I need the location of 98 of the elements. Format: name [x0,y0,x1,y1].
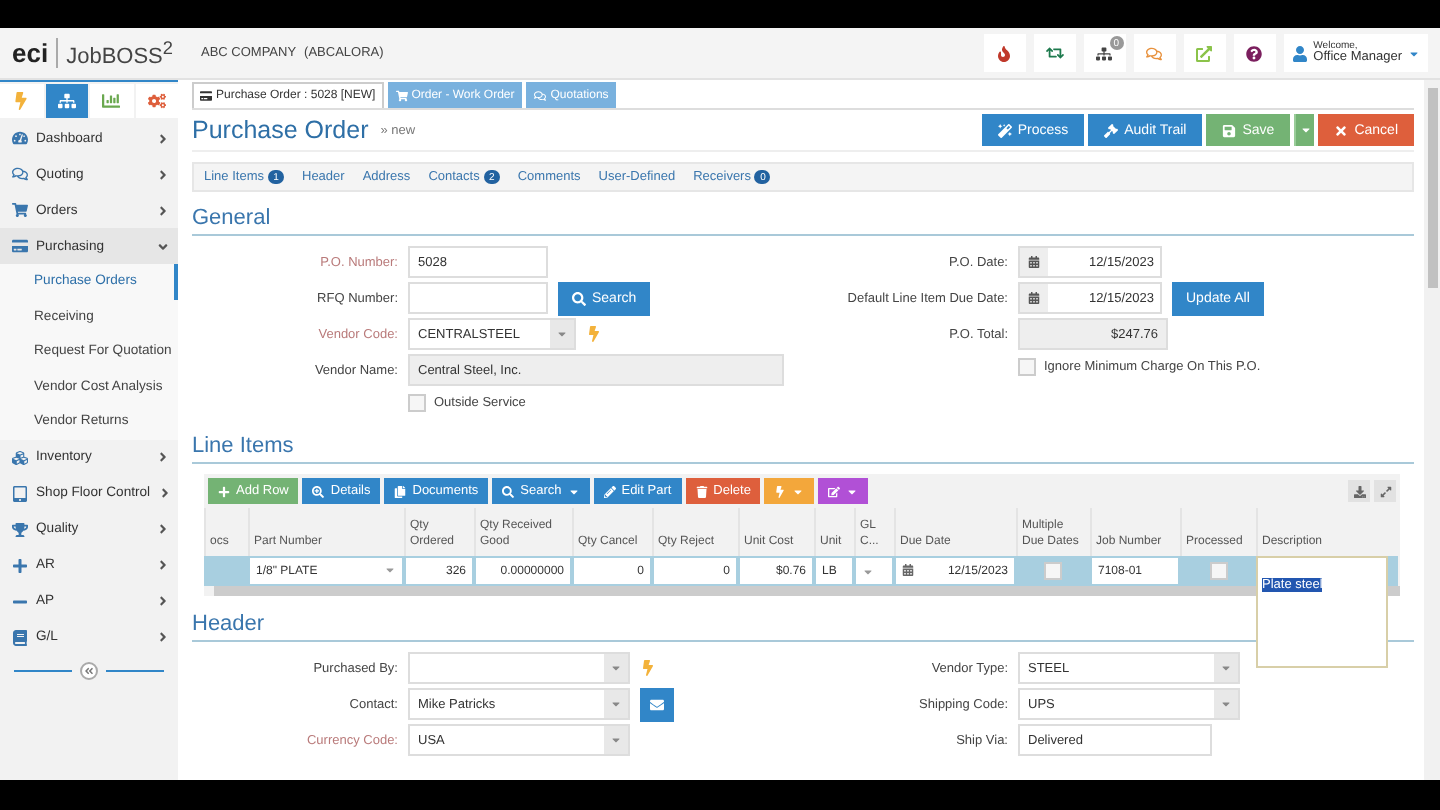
sitemap-icon [57,92,76,110]
cart-icon [395,90,408,102]
card-icon [12,238,28,254]
pencil-icon [603,485,616,497]
dropdown-field[interactable] [408,652,630,684]
save-menu-button[interactable] [1294,114,1315,146]
caret-icon [1220,662,1232,674]
chat-bubbles-icon [1146,45,1163,61]
text-field[interactable] [408,282,548,314]
caret-icon [862,565,874,577]
email-button[interactable] [640,687,674,721]
vertical-scrollbar[interactable] [1424,80,1440,780]
card-icon [200,90,212,102]
caret-icon [1299,124,1312,136]
checkbox[interactable] [1209,562,1227,580]
flame-button[interactable] [983,34,1026,72]
horizontal-scrollbar[interactable] [214,586,1400,596]
user-icon [1291,45,1308,61]
save-icon [1222,123,1237,137]
book-icon [12,629,28,645]
search-icon [502,485,515,497]
caret-icon [610,734,622,746]
plus-icon [12,557,28,573]
caret-icon [610,662,622,674]
chevron-icon [156,450,170,464]
wand-icon [997,123,1012,137]
chevron-icon [156,167,170,181]
chevron-icon [158,486,173,500]
copy-icon [394,485,407,497]
toolbar-button[interactable] [764,478,815,504]
calendar-icon [1028,256,1040,268]
section-heading: Line Items [192,434,1414,464]
double-chevron-icon [84,665,94,675]
retweet-button[interactable] [1033,34,1076,72]
lightning-icon [12,92,31,110]
calendar-icon [902,563,914,575]
chat-bubbles-icon [534,90,547,102]
chevron-icon [156,203,170,217]
section-heading: Header [192,612,1414,642]
external-link-icon [1196,45,1213,61]
collapse-button[interactable] [80,661,98,679]
chat-bubbles-icon [12,166,28,182]
chevron-icon [156,594,170,608]
caret-icon [792,485,805,497]
logo-name: JobBOSS$^{2}$ [66,37,173,69]
bar-chart-icon [102,92,121,110]
zoom-icon [312,485,325,497]
checkbox[interactable] [1018,357,1036,375]
search-icon [572,291,586,305]
expand-icon [1379,485,1391,497]
calendar-icon [1028,292,1040,304]
chevron-icon [156,630,170,644]
caret-icon [384,563,396,575]
expand-button[interactable] [1374,480,1396,502]
chevron-icon [156,558,170,572]
gavel-icon [1104,123,1119,137]
dropdown-cell[interactable] [856,558,892,584]
close-icon [1334,123,1349,137]
plus-icon [218,485,230,497]
logo-mark: eci [12,38,59,68]
mail-icon [650,697,664,711]
caret-icon [567,485,580,497]
checkbox[interactable] [408,393,426,411]
module-tab[interactable] [135,84,178,118]
cart-icon [12,202,28,218]
module-tab[interactable] [0,84,43,118]
lightning-icon [640,660,656,676]
module-tab[interactable] [90,84,133,118]
caret-icon [846,485,859,497]
help-icon [1246,45,1263,61]
caret-icon [610,698,622,710]
caret-icon [1220,698,1232,710]
chevron-icon [156,131,170,145]
download-icon [1353,485,1365,497]
help-button[interactable] [1233,34,1276,72]
cubes-icon [12,449,28,465]
edit-icon [828,485,841,497]
checkbox[interactable] [1044,562,1062,580]
gauge-icon [12,130,28,146]
chevron-icon [156,239,170,253]
sitemap-icon [1096,45,1113,61]
section-heading: General [192,206,1414,236]
chat-button[interactable] [1133,34,1176,72]
module-tab[interactable] [45,84,88,118]
download-button[interactable] [1348,480,1370,502]
page-title: Purchase Order [192,116,369,144]
chevron-icon [156,522,170,536]
flame-icon [996,45,1013,61]
trash-icon [695,485,708,497]
trophy-icon [12,521,28,537]
gears-icon [147,92,166,110]
toolbar-button[interactable] [818,478,869,504]
repeat-icon [1045,44,1064,62]
caret-icon [556,328,568,340]
lightning-icon [774,485,787,497]
lightning-icon [586,326,602,342]
caret-icon [1408,47,1420,59]
tablet-icon [12,485,28,501]
